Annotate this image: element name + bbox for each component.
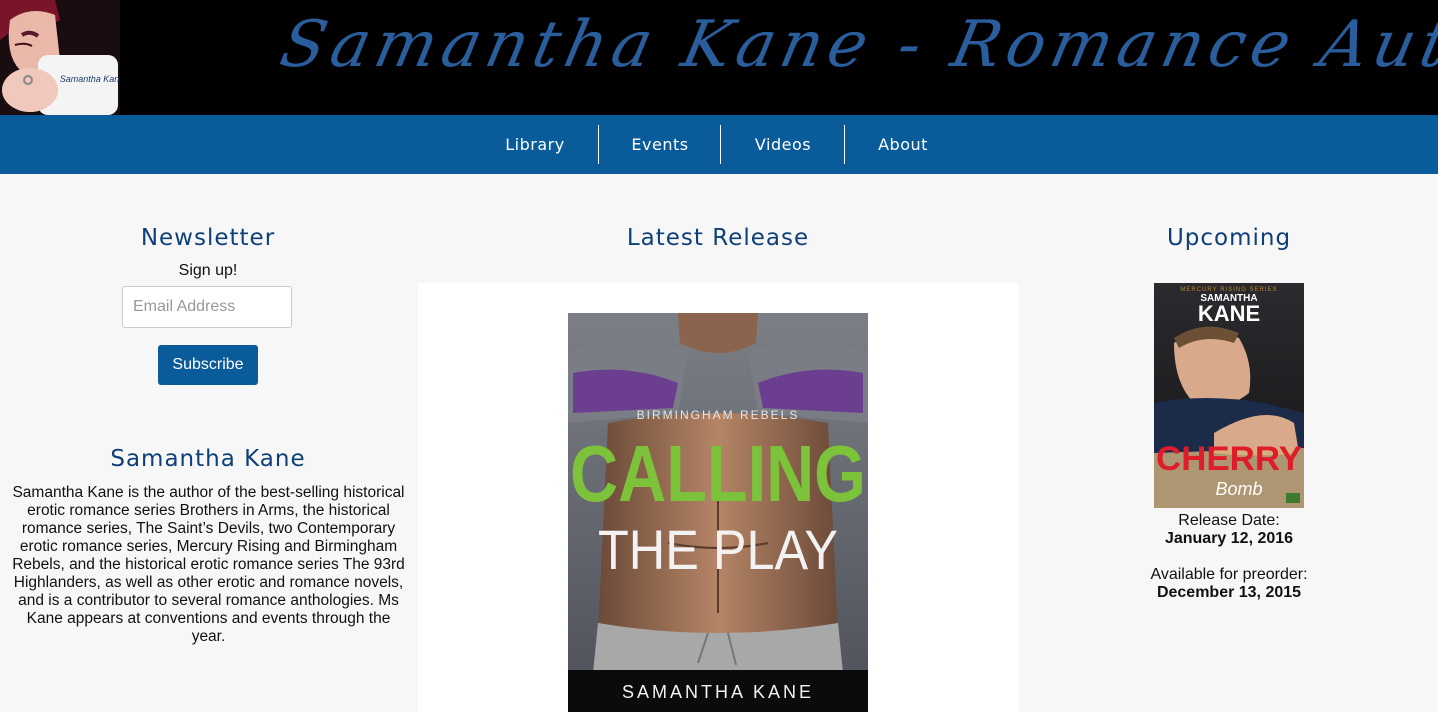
upcoming-heading: Upcoming (1166, 225, 1292, 251)
main-nav: Library Events Videos About (0, 115, 1438, 174)
nav-item-events[interactable]: Events (604, 115, 716, 174)
publisher-logo (1286, 493, 1300, 503)
nav-divider (598, 125, 599, 164)
latest-release-cover[interactable]: BIRMINGHAM REBELS CALLING THE PLAY SAMAN… (568, 313, 868, 712)
cover-author: SAMANTHA KANE (622, 682, 814, 702)
release-date-label: Release Date: (1178, 512, 1280, 529)
cover-title-line2: THE PLAY (598, 518, 838, 581)
latest-release-heading: Latest Release (626, 225, 810, 251)
preorder-label: Available for preorder: (1150, 566, 1308, 583)
author-heading: Samantha Kane (110, 446, 306, 472)
nav-item-about[interactable]: About (847, 115, 959, 174)
email-input[interactable] (122, 286, 292, 328)
nav-item-library[interactable]: Library (479, 115, 591, 174)
subscribe-button[interactable]: Subscribe (158, 345, 258, 385)
upcoming-author-last: KANE (1198, 301, 1260, 326)
site-title[interactable]: Samantha Kane - Romance Author (274, 8, 1438, 82)
mug-text: Samantha Kane (60, 74, 120, 84)
nav-divider (844, 125, 845, 164)
author-photo: Samantha Kane (0, 0, 120, 115)
release-date-value: January 12, 2016 (1164, 530, 1294, 547)
upcoming-cover[interactable]: MERCURY RISING SERIES SAMANTHA KANE CHER… (1154, 283, 1304, 508)
cover-series-text: BIRMINGHAM REBELS (637, 408, 800, 422)
upcoming-title-main: CHERRY (1156, 440, 1302, 478)
upcoming-title-script: Bomb (1215, 479, 1262, 499)
author-avatar[interactable]: Samantha Kane (0, 0, 120, 115)
site-header: Samantha Kane Samantha Kane - Romance Au… (0, 0, 1438, 115)
cover-title-line1: CALLING (570, 429, 866, 518)
nav-divider (720, 125, 721, 164)
signup-text: Sign up! (178, 262, 238, 279)
author-bio: Samantha Kane is the author of the best-… (12, 484, 405, 645)
newsletter-heading: Newsletter (140, 225, 276, 251)
preorder-date-value: December 13, 2015 (1156, 584, 1302, 601)
nav-item-videos[interactable]: Videos (727, 115, 839, 174)
